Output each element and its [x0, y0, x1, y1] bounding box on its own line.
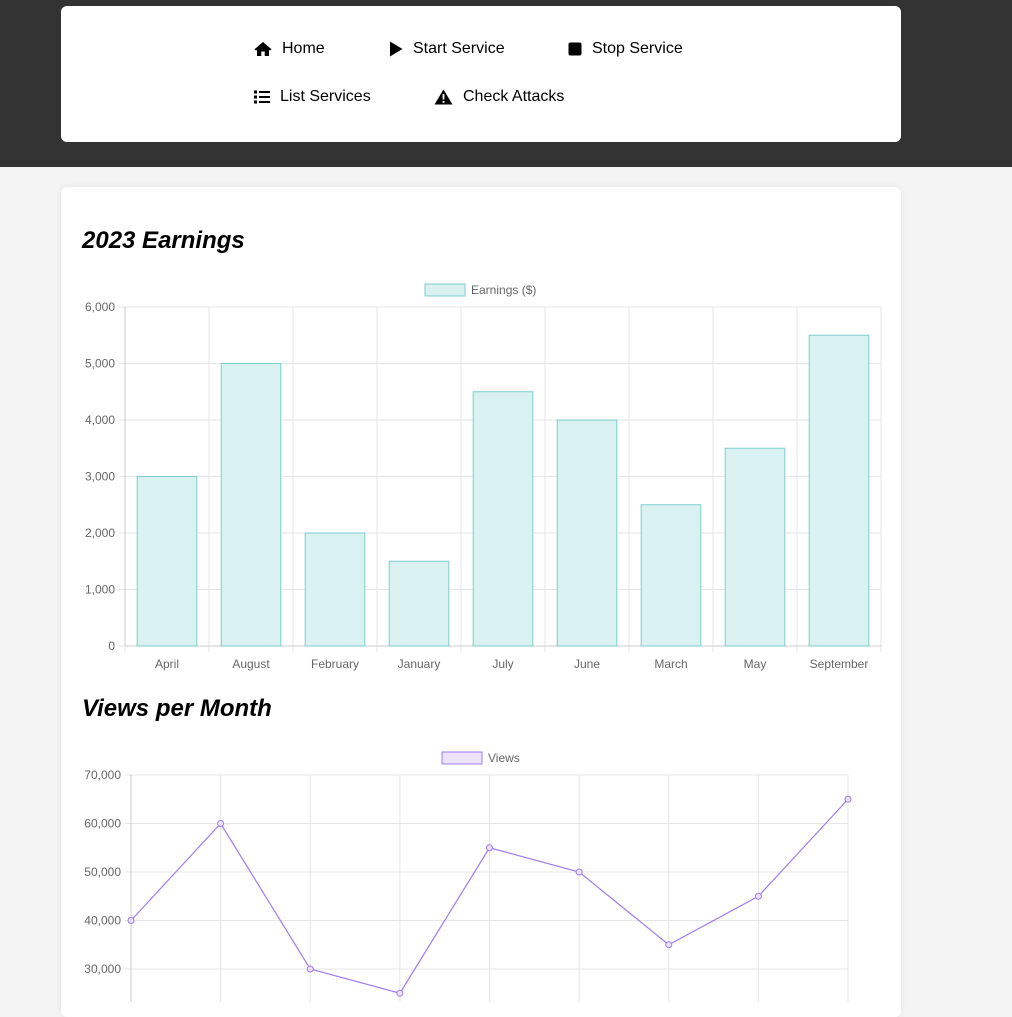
bar	[724, 447, 786, 647]
nav-list-services[interactable]: List Services	[254, 88, 371, 106]
bar	[388, 560, 450, 647]
x-tick-label: January	[398, 657, 441, 671]
y-tick-label: 30,000	[84, 962, 121, 976]
y-tick-label: 1,000	[85, 583, 115, 597]
earnings-bar-chart: Earnings ($) 0 1,000 2,000 3,000 4,000 5,000 6,…	[85, 283, 882, 671]
x-tick-label: August	[232, 657, 270, 671]
y-tick-label: 2,000	[85, 526, 115, 540]
bar	[640, 504, 702, 647]
x-tick-label: March	[654, 657, 687, 671]
legend-swatch	[441, 751, 483, 765]
y-tick-label: 0	[108, 639, 115, 653]
nav-home[interactable]: Home	[254, 40, 325, 58]
bar	[136, 476, 198, 647]
play-icon	[390, 41, 403, 57]
x-tick-label: September	[810, 657, 869, 671]
x-tick-label: April	[155, 657, 179, 671]
bar	[220, 363, 282, 647]
nav-home-label: Home	[282, 40, 325, 57]
y-tick-label: 70,000	[84, 768, 121, 782]
y-tick-label: 40,000	[84, 914, 121, 928]
bar	[808, 334, 870, 647]
views-legend: Views	[441, 751, 520, 765]
data-point	[127, 917, 135, 924]
stop-icon	[568, 42, 582, 56]
main-card: 2023 Earnings Earnings ($) 0 1,000 2,000 3,0…	[61, 187, 901, 1017]
nav-start-service-label: Start Service	[413, 40, 505, 57]
bar	[472, 391, 534, 647]
bar	[304, 532, 366, 647]
data-point	[396, 989, 404, 997]
earnings-chart-title: 2023 Earnings	[82, 227, 245, 254]
y-tick-label: 5,000	[85, 357, 115, 371]
nav-card: Home Start Service Stop Service List Ser…	[61, 6, 901, 142]
x-tick-label: July	[492, 657, 513, 671]
data-point	[754, 892, 762, 900]
x-tick-label: May	[744, 657, 767, 671]
bar	[556, 419, 618, 647]
list-icon	[254, 90, 270, 104]
x-tick-label: February	[311, 657, 359, 671]
y-tick-label: 3,000	[85, 470, 115, 484]
y-tick-label: 50,000	[84, 865, 121, 879]
y-tick-label: 60,000	[84, 817, 121, 831]
data-point	[575, 868, 583, 876]
x-tick-label: June	[574, 657, 600, 671]
y-tick-label: 4,000	[85, 413, 115, 427]
data-point	[665, 941, 673, 949]
views-line-chart: Views 30,000 40,000 50,000 60,000 70,000	[84, 751, 852, 1002]
nav-check-attacks-label: Check Attacks	[463, 88, 565, 105]
nav-stop-service[interactable]: Stop Service	[568, 40, 683, 58]
legend-label: Views	[488, 751, 520, 765]
data-point	[306, 965, 314, 973]
data-point	[486, 844, 493, 852]
legend-swatch	[424, 283, 466, 297]
data-point	[217, 820, 225, 827]
nav-start-service[interactable]: Start Service	[389, 40, 505, 58]
y-tick-label: 6,000	[85, 300, 115, 314]
nav-stop-service-label: Stop Service	[592, 40, 683, 57]
warning-icon	[434, 89, 453, 105]
views-chart-title: Views per Month	[82, 695, 272, 722]
earnings-legend: Earnings ($)	[424, 283, 536, 297]
nav-check-attacks[interactable]: Check Attacks	[434, 88, 564, 106]
home-icon	[254, 42, 272, 56]
nav-list-services-label: List Services	[280, 88, 371, 105]
legend-label: Earnings ($)	[471, 283, 536, 297]
data-point	[844, 795, 852, 803]
